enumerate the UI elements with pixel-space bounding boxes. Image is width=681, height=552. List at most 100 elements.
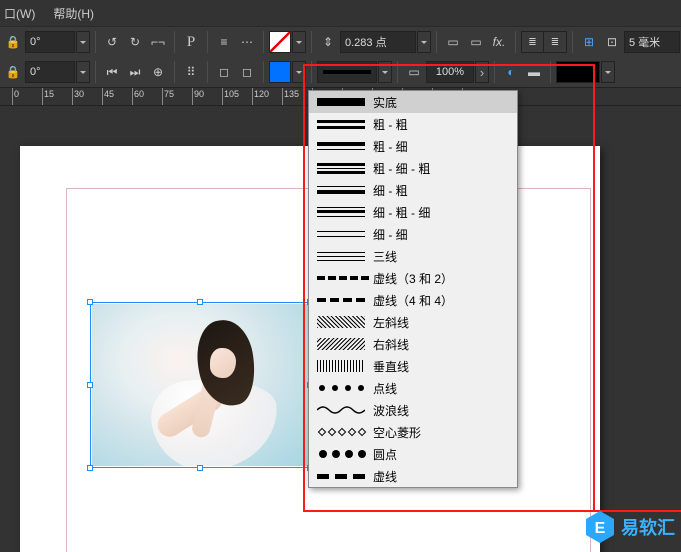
handle-ml[interactable] — [87, 382, 93, 388]
ruler-tick: 90 — [192, 88, 204, 105]
line-style-label: 粗 - 细 — [373, 138, 509, 155]
handle-tl[interactable] — [87, 299, 93, 305]
frame-rect-icon[interactable]: ▭ — [465, 31, 487, 53]
line-style-dropdown[interactable] — [378, 61, 392, 83]
lock-icon[interactable]: 🔒 — [2, 31, 24, 53]
line-style-preview-icon — [317, 183, 365, 197]
skip-back-icon[interactable]: ⏮ — [101, 61, 123, 83]
line-style-preview-icon — [317, 315, 365, 329]
line-style-option[interactable]: 粗 - 粗 — [309, 113, 517, 135]
line-style-label: 垂直线 — [373, 358, 509, 375]
line-style-label: 波浪线 — [373, 402, 509, 419]
settings-icon[interactable]: ⋯ — [236, 31, 258, 53]
rotation-field-bottom[interactable] — [25, 61, 75, 83]
wrap-right-icon[interactable]: ≣ — [544, 32, 566, 52]
line-style-preview-icon — [317, 469, 365, 483]
line-style-option[interactable]: 粗 - 细 - 粗 — [309, 157, 517, 179]
rotation-top-dropdown[interactable] — [76, 31, 90, 53]
line-style-preview[interactable] — [317, 61, 377, 83]
handle-bm[interactable] — [197, 465, 203, 471]
image-figure — [152, 314, 272, 464]
zoom-field[interactable]: 100% — [426, 61, 474, 83]
line-style-option[interactable]: 实底 — [309, 91, 517, 113]
ruler-tick: 0 — [12, 88, 19, 105]
paragraph-icon[interactable]: P — [180, 31, 202, 53]
text-wrap-controls[interactable]: ≣ ≣ — [521, 31, 567, 53]
snap-grid-icon[interactable]: ⊞ — [578, 31, 600, 53]
wrap-left-icon[interactable]: ≣ — [522, 32, 544, 52]
skip-fwd-icon[interactable]: ⏭ — [124, 61, 146, 83]
bounds-icon[interactable]: ⊡ — [601, 31, 623, 53]
line-style-preview-icon — [317, 205, 365, 219]
line-style-menu[interactable]: 实底粗 - 粗粗 - 细粗 - 细 - 粗细 - 粗细 - 粗 - 细细 - 细… — [308, 90, 518, 488]
misc2-icon[interactable]: ◻ — [236, 61, 258, 83]
line-style-preview-icon — [317, 161, 365, 175]
stroke-width-dropdown[interactable] — [417, 31, 431, 53]
text-bg-icon[interactable]: ▬ — [523, 61, 545, 83]
rotation-field-top[interactable] — [25, 31, 75, 53]
line-style-preview-icon — [317, 425, 365, 439]
zoom-more[interactable] — [475, 61, 489, 83]
line-style-preview-icon — [317, 271, 365, 285]
line-style-label: 虚线（3 和 2） — [373, 270, 509, 287]
ruler-tick: 45 — [102, 88, 114, 105]
line-style-option[interactable]: 虚线（4 和 4） — [309, 289, 517, 311]
rotate-ccw-icon[interactable]: ↺ — [101, 31, 123, 53]
line-style-option[interactable]: 虚线 — [309, 465, 517, 487]
line-style-option[interactable]: 左斜线 — [309, 311, 517, 333]
container-icon[interactable]: ▭ — [403, 61, 425, 83]
line-style-option[interactable]: 空心菱形 — [309, 421, 517, 443]
frame-rect-dashed-icon[interactable]: ▭ — [442, 31, 464, 53]
color2-dropdown[interactable] — [601, 61, 615, 83]
line-style-option[interactable]: 粗 - 细 — [309, 135, 517, 157]
menu-help[interactable]: 帮助(H) — [53, 5, 94, 22]
line-style-option[interactable]: 细 - 粗 — [309, 179, 517, 201]
handles-icon[interactable]: ⠿ — [180, 61, 202, 83]
misc-icon[interactable]: ◻ — [213, 61, 235, 83]
stroke-width-field[interactable] — [340, 31, 416, 53]
svg-text:E: E — [595, 520, 606, 537]
placed-image[interactable] — [92, 304, 308, 466]
line-style-option[interactable]: 虚线（3 和 2） — [309, 267, 517, 289]
line-style-option[interactable]: 垂直线 — [309, 355, 517, 377]
align-icon[interactable]: ≡ — [213, 31, 235, 53]
selection-frame[interactable] — [90, 302, 310, 468]
menubar: 口(W) 帮助(H) — [0, 0, 681, 26]
line-style-label: 细 - 细 — [373, 226, 509, 243]
line-style-preview-icon — [317, 227, 365, 241]
line-style-option[interactable]: 细 - 粗 - 细 — [309, 201, 517, 223]
outline-swatch[interactable] — [269, 61, 291, 83]
line-style-preview-icon — [317, 381, 365, 395]
lock-aspect-icon[interactable]: ⇕ — [317, 31, 339, 53]
line-style-option[interactable]: 点线 — [309, 377, 517, 399]
logo-badge-icon: E — [585, 510, 615, 544]
line-style-preview-icon — [317, 293, 365, 307]
line-style-option[interactable]: 右斜线 — [309, 333, 517, 355]
line-style-label: 点线 — [373, 380, 509, 397]
fill-swatch[interactable] — [269, 31, 291, 53]
rotation-bottom-dropdown[interactable] — [76, 61, 90, 83]
color2-swatch[interactable] — [556, 61, 600, 83]
line-style-option[interactable]: 三线 — [309, 245, 517, 267]
crop-marks-icon[interactable]: ⌐¬ — [147, 31, 169, 53]
line-style-label: 粗 - 细 - 粗 — [373, 160, 509, 177]
margin-field[interactable] — [624, 31, 680, 53]
line-style-preview-icon — [317, 139, 365, 153]
rotate-cw-icon[interactable]: ↻ — [124, 31, 146, 53]
line-style-label: 左斜线 — [373, 314, 509, 331]
handle-tm[interactable] — [197, 299, 203, 305]
fill-dropdown[interactable] — [292, 31, 306, 53]
lock-icon-2[interactable]: 🔒 — [2, 61, 24, 83]
target-icon[interactable]: ⊕ — [147, 61, 169, 83]
line-style-preview-icon — [317, 337, 365, 351]
effects-fx-icon[interactable]: fx. — [488, 31, 510, 53]
handle-bl[interactable] — [87, 465, 93, 471]
watermark-logo: E 易软汇 — [585, 510, 675, 544]
outline-dropdown[interactable] — [292, 61, 306, 83]
line-style-option[interactable]: 细 - 细 — [309, 223, 517, 245]
ruler-tick: 75 — [162, 88, 174, 105]
menu-window[interactable]: 口(W) — [4, 5, 35, 22]
line-style-option[interactable]: 圆点 — [309, 443, 517, 465]
shadow-icon[interactable]: ◐ — [500, 61, 522, 83]
line-style-option[interactable]: 波浪线 — [309, 399, 517, 421]
